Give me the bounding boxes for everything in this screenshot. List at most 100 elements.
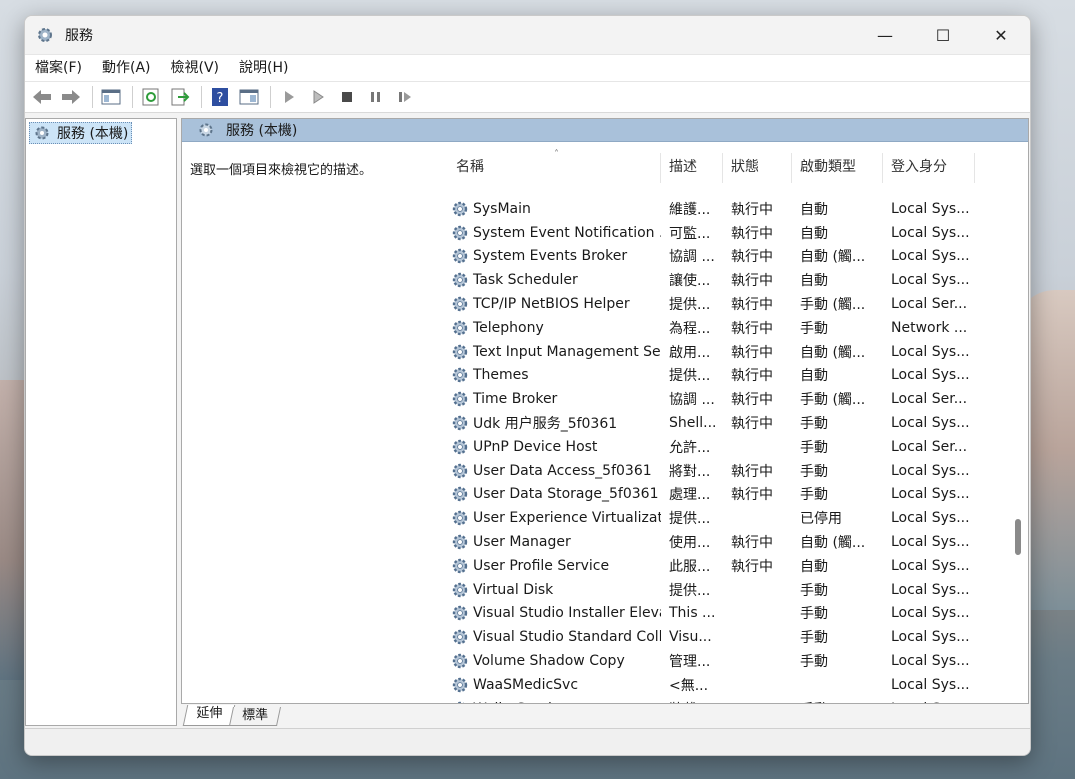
service-name-cell: TCP/IP NetBIOS Helper	[436, 294, 661, 314]
menu-view[interactable]: 檢視(V)	[161, 55, 230, 81]
service-gear-icon	[452, 320, 468, 336]
service-name-cell: Task Scheduler	[436, 270, 661, 290]
service-gear-icon	[452, 249, 468, 264]
service-name-cell: Themes	[436, 365, 661, 385]
menu-action[interactable]: 動作(A)	[92, 55, 161, 81]
service-gear-icon	[452, 487, 468, 502]
service-logon-as: Local Sys...	[891, 629, 970, 646]
service-name-cell: System Events Broker	[436, 246, 661, 266]
service-startup-type: 手動 (觸...	[800, 392, 866, 409]
column-header-desc[interactable]: 描述	[661, 153, 723, 183]
service-description: 為程...	[669, 320, 711, 337]
toolbar-separator	[132, 86, 133, 108]
service-name: TCP/IP NetBIOS Helper	[473, 296, 630, 313]
start-service-alt-button[interactable]	[305, 84, 331, 110]
service-name-cell: System Event Notification ...	[436, 223, 661, 243]
scrollbar-thumb[interactable]	[1015, 519, 1021, 555]
table-row[interactable]: Themes 提供... 執行中 自動 Local Sys...	[436, 364, 1011, 388]
tab-standard[interactable]: 標準	[228, 707, 282, 726]
back-button[interactable]	[29, 84, 55, 110]
service-name-cell: WaaSMedicSvc	[436, 675, 661, 695]
list-header: 名稱 ˄ 描述 狀態 啟動類型 登入身分	[436, 149, 1011, 183]
table-row[interactable]: UPnP Device Host 允許... 手動 Local Ser...	[436, 435, 1011, 459]
column-header-startup[interactable]: 啟動類型	[792, 153, 883, 183]
table-row[interactable]: Visual Studio Installer Eleva... This ...…	[436, 602, 1011, 626]
service-description: 提供...	[669, 297, 711, 314]
table-row[interactable]: Udk 用户服务_5f0361 Shell... 執行中 手動 Local Sys...	[436, 411, 1011, 435]
table-row[interactable]: Time Broker 協調 ... 執行中 手動 (觸... Local Ser...	[436, 387, 1011, 411]
service-gear-icon	[452, 368, 468, 383]
table-row[interactable]: TCP/IP NetBIOS Helper 提供... 執行中 手動 (觸... Loc…	[436, 292, 1011, 316]
column-header-status[interactable]: 狀態	[723, 153, 792, 183]
help-button[interactable]: ?	[207, 84, 233, 110]
details-header-title: 服務 (本機)	[226, 123, 298, 139]
stop-service-button[interactable]	[334, 84, 360, 110]
service-logon-as: Local Sys...	[891, 653, 970, 670]
arrow-right-icon	[62, 90, 80, 104]
service-name: User Profile Service	[473, 557, 610, 574]
table-row[interactable]: Telephony 為程... 執行中 手動 Network ...	[436, 316, 1011, 340]
show-hide-console-tree-button[interactable]	[98, 84, 124, 110]
service-gear-icon	[452, 630, 468, 645]
table-row[interactable]: Task Scheduler 讓使... 執行中 自動 Local Sys...	[436, 268, 1011, 292]
forward-button[interactable]	[58, 84, 84, 110]
restart-icon	[399, 92, 411, 102]
service-startup-type: 手動	[800, 582, 828, 599]
column-header-name[interactable]: 名稱 ˄	[436, 149, 661, 183]
menu-help[interactable]: 說明(H)	[229, 55, 298, 81]
menu-file[interactable]: 檔案(F)	[25, 55, 92, 81]
service-logon-as: Local Sys...	[891, 581, 970, 598]
pause-service-button[interactable]	[363, 84, 389, 110]
table-row[interactable]: Virtual Disk 提供... 手動 Local Sys...	[436, 578, 1011, 602]
service-gear-icon	[452, 415, 468, 431]
toolbar-separator	[92, 86, 93, 108]
properties-view-button[interactable]	[236, 84, 262, 110]
service-gear-icon	[452, 606, 468, 621]
table-row[interactable]: Text Input Management Se... 啟用... 執行中 自動 (觸…	[436, 340, 1011, 364]
table-row[interactable]: System Event Notification ... 可監... 執行中 自動 L…	[436, 221, 1011, 245]
service-gear-icon	[452, 463, 468, 478]
service-name: SysMain	[473, 200, 531, 217]
table-row[interactable]: WaaSMedicSvc <無... Local Sys...	[436, 673, 1011, 697]
window-title: 服務	[65, 28, 93, 44]
column-header-logon[interactable]: 登入身分	[883, 153, 975, 183]
refresh-button[interactable]	[138, 84, 164, 110]
view-tabs: 延伸 標準	[182, 705, 282, 726]
vertical-scrollbar[interactable]	[1012, 173, 1024, 701]
service-logon-as: Local Ser...	[891, 391, 968, 408]
service-name-cell: Text Input Management Se...	[436, 342, 661, 362]
table-row[interactable]: User Data Access_5f0361 將對... 執行中 手動 Local S…	[436, 459, 1011, 483]
service-status: 執行中	[731, 344, 773, 361]
maximize-button[interactable]: ☐	[914, 16, 972, 54]
service-startup-type: 自動	[800, 368, 828, 385]
tree-node-services-local[interactable]: 服務 (本機)	[29, 122, 133, 144]
service-name: User Data Storage_5f0361	[473, 486, 659, 503]
service-description: 提供...	[669, 582, 711, 599]
table-row[interactable]: User Data Storage_5f0361 處理... 執行中 手動 Local …	[436, 483, 1011, 507]
minimize-button[interactable]: —	[856, 16, 914, 54]
service-gear-icon	[452, 225, 468, 240]
service-description: 裝載...	[661, 699, 723, 703]
table-row[interactable]: User Manager 使用... 執行中 自動 (觸... Local Sys...	[436, 530, 1011, 554]
table-row[interactable]: User Profile Service 此服... 執行中 自動 Local Sys.…	[436, 554, 1011, 578]
service-logon-as: Local Sys...	[891, 200, 970, 217]
service-startup-type: 手動	[800, 439, 828, 456]
service-name-cell: Visual Studio Standard Coll...	[436, 627, 661, 647]
service-startup-type: 自動	[800, 558, 828, 575]
column-logon-label: 登入身分	[891, 159, 947, 175]
service-logon-as: Local Sys...	[891, 557, 970, 574]
restart-service-button[interactable]	[392, 84, 418, 110]
table-row[interactable]: User Experience Virtualizat... 提供... 已停用 Lo…	[436, 506, 1011, 530]
table-row[interactable]: Volume Shadow Copy 管理... 手動 Local Sys...	[436, 649, 1011, 673]
table-row[interactable]: SysMain 維護... 執行中 自動 Local Sys...	[436, 197, 1011, 221]
table-row[interactable]: Visual Studio Standard Coll... Visu... 手動 L…	[436, 625, 1011, 649]
tab-extended[interactable]: 延伸	[182, 705, 236, 726]
service-name-cell: SysMain	[436, 199, 661, 219]
table-row[interactable]: System Events Broker 協調 ... 執行中 自動 (觸... Loc…	[436, 245, 1011, 269]
service-description: 處理...	[669, 487, 711, 504]
start-service-button[interactable]	[276, 84, 302, 110]
service-logon-as: Local Sys...	[891, 224, 970, 241]
close-button[interactable]: ✕	[972, 16, 1030, 54]
table-row[interactable]: WalletService 裝載... 手動Local Sys...	[436, 697, 1011, 703]
export-list-button[interactable]	[167, 84, 193, 110]
